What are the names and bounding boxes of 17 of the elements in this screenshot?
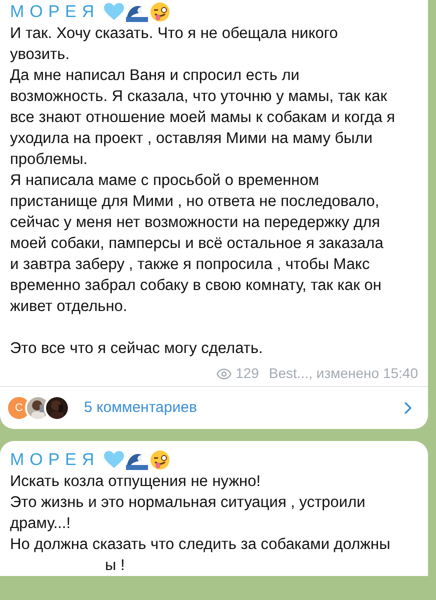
message-text: Да мне написал Ваня и спросил есть ли возможность. Я сказала, что уточню у мамы, так как все знают отношение моей мамы к собакам и когда я уходила на проект , оставляя Мими на маму были проблемы. — [10, 66, 396, 170]
comments-link[interactable]: 5 комментариев — [84, 396, 398, 420]
view-count: 129 — [236, 364, 259, 383]
heart-icon — [104, 3, 124, 21]
views-icon — [216, 366, 232, 382]
message-text: Это жизнь и это нормальная ситуация , устроили драму...! — [10, 493, 366, 534]
message-text: Я написала маме с просьбой о временном пристанище для Мими , но ответа не последовало, сейчас у меня нет возможности на передержку для моей собаки, памперсы и всё остальное я заказала и завтра заберу , также я попросила , чтобы Макс временно забрал собаку в свою комнату, так как он живет отдельно. — [10, 171, 384, 317]
message-text: И так. Хочу сказать. Что я не обещала никого увозить. — [10, 24, 339, 65]
channel-name: МОРЕЯ — [10, 1, 100, 23]
heart-icon — [104, 451, 124, 469]
message-text: Это все что я сейчас могу сделать. — [10, 339, 264, 359]
message-text: Но должна сказать что следить за собаками должны — [10, 535, 392, 555]
message-text: ы ! — [104, 556, 126, 576]
channel-name: МОРЕЯ — [10, 449, 100, 471]
winking-face-icon — [150, 450, 170, 470]
message-meta: Best..., изменено 15:40 — [268, 364, 418, 383]
message-text: Искать козла отпущения не нужно! — [10, 472, 262, 492]
